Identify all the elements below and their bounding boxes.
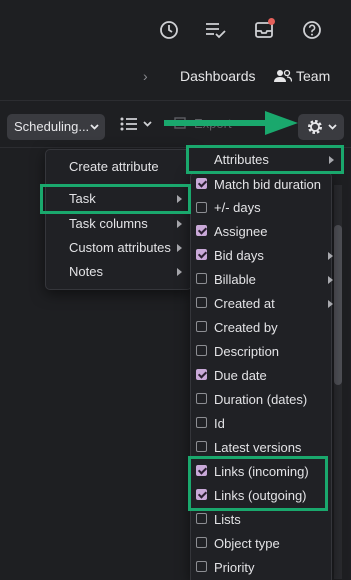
checkbox[interactable]	[196, 393, 207, 404]
help-icon[interactable]	[300, 18, 324, 42]
checkbox[interactable]	[196, 273, 207, 284]
attribute-label: Duration (dates)	[214, 392, 308, 407]
inbox-icon[interactable]	[252, 18, 276, 42]
nav-team[interactable]: Team	[274, 68, 330, 84]
attribute-label: Latest versions	[214, 440, 302, 455]
menu-item-label: Custom attributes	[69, 240, 171, 255]
checkbox[interactable]	[196, 321, 207, 332]
menu-item-label: Create attribute	[69, 159, 159, 174]
attribute-label: Match bid duration	[214, 177, 321, 192]
menu-item-custom-attributes[interactable]: Custom attributes	[69, 237, 171, 259]
settings-menu: Create attribute Task Task columns Custo…	[45, 149, 192, 290]
highlight-box-task	[40, 184, 191, 214]
clock-icon[interactable]	[157, 18, 181, 42]
attribute-label: Due date	[214, 368, 267, 383]
list-icon	[120, 117, 152, 131]
attribute-label: Bid days	[214, 248, 264, 263]
chevron-right-icon	[328, 300, 333, 308]
attribute-label: Created by	[214, 320, 278, 335]
attribute-label: Lists	[214, 512, 241, 527]
checklist-icon[interactable]	[203, 18, 227, 42]
chevron-right-icon	[177, 244, 182, 252]
attribute-label: +/- days	[214, 200, 261, 215]
breadcrumb-chevron-icon: ›	[143, 68, 148, 84]
attribute-label: Billable	[214, 272, 256, 287]
scheduling-dropdown[interactable]: Scheduling...	[7, 114, 105, 140]
attribute-label: Id	[214, 416, 225, 431]
attribute-label: Description	[214, 344, 280, 359]
menu-item-task-columns[interactable]: Task columns	[69, 213, 148, 235]
chevron-down-icon	[327, 124, 337, 130]
menu-item-label: Task columns	[69, 216, 148, 231]
checkbox[interactable]	[196, 202, 207, 213]
checkbox[interactable]	[196, 537, 207, 548]
scheduling-label: Scheduling...	[14, 119, 90, 134]
checkbox[interactable]	[196, 178, 207, 189]
attribute-label: Assignee	[214, 224, 268, 239]
list-view-button[interactable]	[120, 117, 154, 134]
checkbox[interactable]	[196, 513, 207, 524]
scrollbar[interactable]	[334, 185, 342, 579]
highlight-box-attributes	[186, 145, 344, 174]
notification-dot	[268, 18, 275, 25]
chevron-right-icon	[177, 268, 182, 276]
checkbox[interactable]	[196, 417, 207, 428]
attribute-label: Priority	[214, 560, 255, 575]
nav-dashboards[interactable]: Dashboards	[180, 68, 256, 84]
highlight-arrow	[164, 111, 298, 135]
chevron-right-icon	[328, 276, 333, 284]
settings-button[interactable]	[298, 114, 344, 140]
checkbox[interactable]	[196, 297, 207, 308]
attribute-label: Created at	[214, 296, 275, 311]
checkbox[interactable]	[196, 249, 207, 260]
top-bar: › Dashboards Team	[0, 0, 351, 100]
menu-item-label: Notes	[69, 264, 103, 279]
gear-icon	[307, 120, 322, 134]
checkbox[interactable]	[196, 561, 207, 572]
chevron-right-icon	[177, 220, 182, 228]
checkbox[interactable]	[196, 225, 207, 236]
checkbox[interactable]	[196, 441, 207, 452]
scrollbar-thumb[interactable]	[334, 225, 342, 385]
menu-item-create-attribute[interactable]: Create attribute	[69, 156, 159, 178]
chevron-down-icon	[90, 124, 99, 130]
nav-team-label: Team	[296, 68, 331, 84]
checkbox[interactable]	[196, 369, 207, 380]
team-icon	[274, 69, 293, 82]
menu-item-notes[interactable]: Notes	[69, 261, 103, 283]
attribute-label: Object type	[214, 536, 280, 551]
highlight-box-links	[188, 456, 328, 511]
checkbox[interactable]	[196, 345, 207, 356]
chevron-right-icon	[328, 252, 333, 260]
